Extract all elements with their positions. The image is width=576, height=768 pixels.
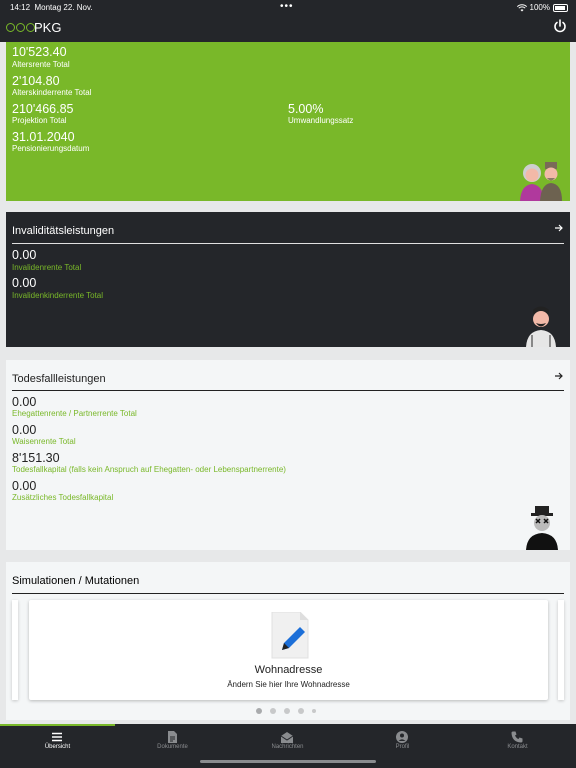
tab-label: Nachrichten xyxy=(271,744,304,750)
battery-percent: 100% xyxy=(529,3,550,12)
ehegattenrente-label: Ehegattenrente / Partnerrente Total xyxy=(12,409,137,418)
logout-icon[interactable] xyxy=(553,19,567,33)
todesfallkapital-label: Todesfallkapital (falls kein Anspruch au… xyxy=(12,465,286,474)
altersrente-label: Altersrente Total xyxy=(12,60,70,69)
wohnadresse-title: Wohnadresse xyxy=(254,664,323,676)
ehegattenrente-value: 0.00 xyxy=(12,395,37,409)
todesfall-title: Todesfallleistungen xyxy=(12,373,106,385)
invalidenrente-value: 0.00 xyxy=(12,248,37,262)
divider xyxy=(12,243,564,244)
divider xyxy=(12,593,564,594)
battery-icon xyxy=(553,3,568,12)
tab-label: Kontakt xyxy=(507,744,528,750)
tab-label: Übersicht xyxy=(44,744,71,750)
wohnadresse-subtitle: Ändern Sie hier Ihre Wohnadresse xyxy=(227,680,350,689)
phone-icon xyxy=(511,731,523,743)
simulationen-title: Simulationen / Mutationen xyxy=(12,575,140,587)
status-right: 100% xyxy=(516,3,568,12)
umwandlungssatz-value: 5.00% xyxy=(288,102,324,116)
carousel-next-card[interactable] xyxy=(558,600,564,700)
pager-dot[interactable] xyxy=(270,708,276,714)
pager-dot[interactable] xyxy=(284,708,290,714)
invaliditaet-card[interactable]: Invaliditätsleistungen 0.00 Invalidenren… xyxy=(6,212,570,347)
alterskinderrente-label: Alterskinderrente Total xyxy=(12,88,92,97)
carousel-pager[interactable] xyxy=(256,708,316,714)
invalidenkinderrente-label: Invalidenkinderrente Total xyxy=(12,291,104,300)
wohnadresse-card[interactable]: Wohnadresse Ändern Sie hier Ihre Wohnadr… xyxy=(29,600,548,700)
envelope-icon xyxy=(280,732,294,743)
invalid-person-icon xyxy=(526,306,556,347)
tab-uebersicht[interactable]: Übersicht xyxy=(0,724,115,768)
waisenrente-label: Waisenrente Total xyxy=(12,437,76,446)
todesfallkapital-value: 8'151.30 xyxy=(12,451,60,465)
zusaetzliches-kapital-label: Zusätzliches Todesfallkapital xyxy=(12,493,114,502)
zusaetzliches-kapital-value: 0.00 xyxy=(12,479,37,493)
altersleistungen-card[interactable]: 10'523.40 Altersrente Total 2'104.80 Alt… xyxy=(6,42,570,201)
edit-document-icon xyxy=(271,612,309,659)
umwandlungssatz-label: Umwandlungssatz xyxy=(288,116,354,125)
invalidenrente-label: Invalidenrente Total xyxy=(12,263,82,272)
pager-dot[interactable] xyxy=(256,708,262,714)
profile-icon xyxy=(396,731,408,743)
arrow-right-icon[interactable] xyxy=(554,223,564,233)
carousel-prev-card[interactable] xyxy=(12,600,18,700)
deceased-person-icon xyxy=(526,506,558,550)
app-bar: PKG xyxy=(0,14,576,42)
pensionierung-value: 31.01.2040 xyxy=(12,130,75,144)
pensionierung-label: Pensionierungsdatum xyxy=(12,144,90,153)
app-title: PKG xyxy=(34,20,62,35)
arrow-right-icon[interactable] xyxy=(554,371,564,381)
pager-dot[interactable] xyxy=(312,709,316,713)
invalidenkinderrente-value: 0.00 xyxy=(12,276,37,290)
document-icon xyxy=(168,731,177,743)
tab-label: Dokumente xyxy=(157,744,188,750)
altersrente-value: 10'523.40 xyxy=(12,45,67,59)
menu-icon xyxy=(52,732,62,742)
projektion-label: Projektion Total xyxy=(12,116,67,125)
projektion-value: 210'466.85 xyxy=(12,102,74,116)
tab-label: Profil xyxy=(395,744,410,750)
invaliditaet-title: Invaliditätsleistungen xyxy=(12,225,115,237)
divider xyxy=(12,390,564,391)
elderly-couple-icon xyxy=(520,162,562,201)
status-bar: 14:12 Montag 22. Nov. ••• 100% xyxy=(0,0,576,14)
wifi-icon xyxy=(516,3,527,11)
simulationen-card: Simulationen / Mutationen Wohnadresse Än… xyxy=(6,562,570,720)
waisenrente-value: 0.00 xyxy=(12,423,37,437)
home-indicator[interactable] xyxy=(200,760,376,763)
tab-kontakt[interactable]: Kontakt xyxy=(460,724,575,768)
alterskinderrente-value: 2'104.80 xyxy=(12,74,60,88)
status-time: 14:12 Montag 22. Nov. xyxy=(10,3,93,12)
pager-dot[interactable] xyxy=(298,708,304,714)
multitask-dots[interactable]: ••• xyxy=(280,1,294,12)
todesfall-card[interactable]: Todesfallleistungen 0.00 Ehegattenrente … xyxy=(6,360,570,550)
pkg-logo xyxy=(6,23,35,32)
